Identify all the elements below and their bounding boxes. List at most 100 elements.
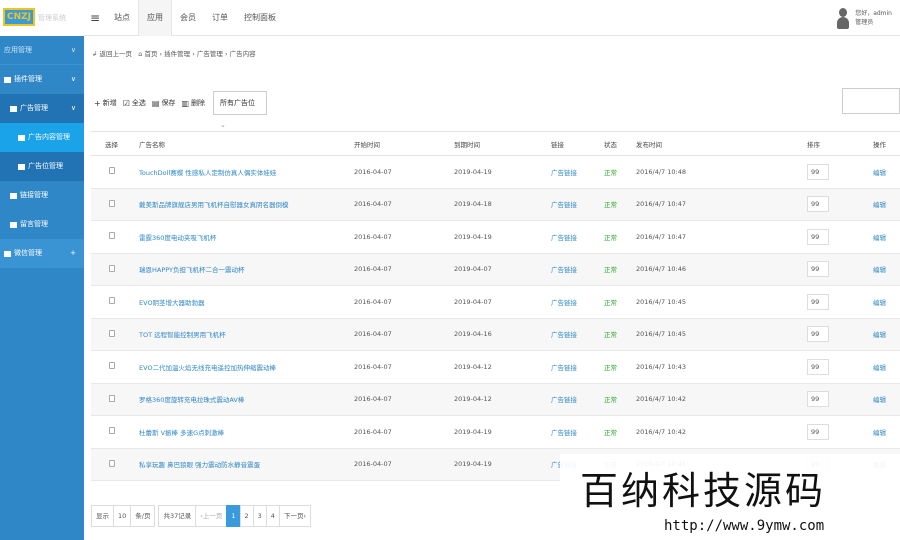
tab-apps[interactable]: 应用	[138, 0, 172, 36]
sidebar-item-messages[interactable]: 留言管理	[0, 210, 84, 239]
sidebar-item-ad-position[interactable]: 广告位管理	[0, 152, 84, 181]
back-link[interactable]: 返回上一页	[100, 50, 133, 58]
table-cell: 2016/4/7 10:42	[636, 383, 769, 416]
ad-link[interactable]: 广告链接	[551, 429, 577, 437]
sort-input[interactable]: 99	[807, 228, 829, 245]
ad-link[interactable]: 广告链接	[551, 266, 577, 274]
status-badge: 正常	[604, 233, 617, 242]
ad-position-select[interactable]: 所有广告位 ⌄	[213, 91, 267, 129]
edit-link[interactable]: 编辑	[873, 266, 886, 274]
table-cell: 2016/4/7 10:43	[636, 350, 769, 384]
table-cell: 2016-04-07	[324, 350, 424, 384]
sort-input[interactable]: 99	[807, 293, 829, 310]
ad-link[interactable]: 广告链接	[551, 331, 577, 339]
page-button-2[interactable]: 2	[239, 505, 254, 527]
publish-time: 2016/4/7 10:42	[636, 427, 686, 436]
ad-link[interactable]: 广告链接	[551, 299, 577, 307]
row-checkbox[interactable]	[109, 167, 115, 175]
ad-name-link[interactable]: EVO阴茎增大器助勃器	[139, 299, 205, 307]
row-checkbox[interactable]	[109, 232, 115, 240]
avatar[interactable]	[837, 6, 850, 30]
edit-link[interactable]: 编辑	[873, 396, 886, 404]
ad-name-link[interactable]: 戴美斯品牌旗舰店男用飞机杯自慰器女真阴名器倒模	[139, 201, 289, 209]
row-checkbox[interactable]	[109, 394, 115, 402]
ad-link[interactable]: 广告链接	[551, 364, 577, 372]
ad-link[interactable]: 广告链接	[551, 201, 577, 209]
hamburger-icon[interactable]: ≡	[90, 11, 100, 25]
logo[interactable]: CNZJ 管理系统	[0, 0, 84, 36]
table-cell: 广告链接	[521, 155, 596, 189]
back-icon[interactable]: ↲	[92, 50, 97, 58]
sidebar-item-links[interactable]: 链接管理	[0, 181, 84, 210]
end-date: 2019-04-07	[454, 297, 492, 306]
ad-name-link[interactable]: EVO二代加温火焰无线充电遥控加热伸缩震动棒	[139, 364, 276, 372]
add-button[interactable]: + 新增	[94, 98, 117, 108]
sidebar-item-ad-management[interactable]: 广告管理 ∨	[0, 94, 84, 123]
end-date: 2019-04-19	[454, 167, 492, 176]
save-icon: ▤	[151, 98, 160, 108]
sort-input[interactable]: 99	[807, 196, 829, 213]
ad-link[interactable]: 广告链接	[551, 396, 577, 404]
publish-time: 2016/4/7 10:42	[636, 395, 686, 404]
ad-name-link[interactable]: 瑞恩HAPPY负担飞机杯二合一震动杯	[139, 266, 245, 274]
tab-control-panel[interactable]: 控制面板	[236, 0, 284, 36]
select-all-button[interactable]: ☑ 全选	[123, 98, 146, 108]
table-cell: 广告链接	[521, 415, 596, 449]
edit-link[interactable]: 编辑	[873, 169, 886, 177]
edit-link[interactable]: 编辑	[873, 331, 886, 339]
edit-link[interactable]: 编辑	[873, 299, 886, 307]
sort-input[interactable]: 99	[807, 423, 829, 440]
user-menu[interactable]: 您好，admin 管理员	[837, 6, 892, 30]
sidebar-item-wechat[interactable]: 微信管理 +	[0, 239, 84, 268]
chevron-down-icon: ∨	[70, 104, 76, 112]
sort-input[interactable]: 99	[807, 163, 829, 180]
table-cell: 2016-04-07	[324, 285, 424, 319]
row-checkbox[interactable]	[109, 459, 115, 467]
page-button-1[interactable]: 1	[226, 505, 241, 527]
row-checkbox[interactable]	[109, 362, 115, 370]
per-page-select[interactable]: 10	[113, 505, 132, 527]
row-checkbox[interactable]	[109, 264, 115, 272]
ad-name-link[interactable]: 雷霆360度电动夹吸飞机杯	[139, 234, 216, 242]
ad-link[interactable]: 广告链接	[551, 169, 577, 177]
user-greeting: 您好，admin	[855, 10, 892, 17]
sort-input[interactable]: 99	[807, 358, 829, 375]
search-input[interactable]	[842, 88, 900, 114]
tab-site[interactable]: 站点	[106, 0, 138, 36]
edit-link[interactable]: 编辑	[873, 364, 886, 372]
row-checkbox[interactable]	[109, 297, 115, 305]
ad-link[interactable]: 广告链接	[551, 234, 577, 242]
delete-button[interactable]: ▥ 删除	[181, 98, 205, 108]
table-cell: 2019-04-12	[424, 383, 521, 416]
ad-name-link[interactable]: 私享玩趣 鼻巴狼眼 强力震动防水静音震蛋	[139, 461, 260, 469]
ad-name-link[interactable]: 杜蕾斯 V振棒 多速G点刺激棒	[139, 429, 224, 437]
edit-link[interactable]: 编辑	[873, 201, 886, 209]
end-date: 2019-04-19	[454, 427, 492, 436]
sort-input[interactable]: 99	[807, 391, 829, 408]
sort-input[interactable]: 99	[807, 261, 829, 278]
publish-time: 2016/4/7 10:43	[636, 362, 686, 371]
page-button-4[interactable]: 4	[265, 505, 280, 527]
row-checkbox[interactable]	[109, 199, 115, 207]
sort-input[interactable]: 99	[807, 326, 829, 343]
sidebar-item-plugin-management[interactable]: 插件管理 ∨	[0, 65, 84, 94]
prev-page-button[interactable]: ‹上一页	[195, 505, 228, 527]
save-button[interactable]: ▤ 保存	[152, 98, 176, 108]
table-cell: 编辑	[873, 253, 900, 286]
row-checkbox[interactable]	[109, 329, 115, 337]
page-button-3[interactable]: 3	[252, 505, 267, 527]
tab-members[interactable]: 会员	[172, 0, 204, 36]
next-page-button[interactable]: 下一页›	[278, 505, 312, 527]
edit-link[interactable]: 编辑	[873, 429, 886, 437]
row-checkbox[interactable]	[109, 427, 115, 435]
table-row: 戴美斯品牌旗舰店男用飞机杯自慰器女真阴名器倒模 2016-04-07 2019-04…	[91, 188, 900, 221]
plus-icon: +	[94, 98, 101, 108]
edit-link[interactable]: 编辑	[873, 234, 886, 242]
sidebar-item-ad-content[interactable]: 广告内容管理	[0, 123, 84, 152]
ad-name-link[interactable]: 罗格360度旋转充电拉珠式震动AV棒	[139, 396, 244, 404]
sidebar-item-app-management[interactable]: 应用管理 ∨	[0, 36, 84, 65]
ad-name-link[interactable]: TOT 远程智能控制男用飞机杯	[139, 331, 226, 339]
ad-name-link[interactable]: TouchDoll赛蝶 性感私人定制仿真人偶实体娃娃	[139, 169, 276, 177]
tab-orders[interactable]: 订单	[204, 0, 236, 36]
breadcrumb-path[interactable]: 首页 › 插件管理 › 广告管理 › 广告内容	[144, 50, 255, 58]
